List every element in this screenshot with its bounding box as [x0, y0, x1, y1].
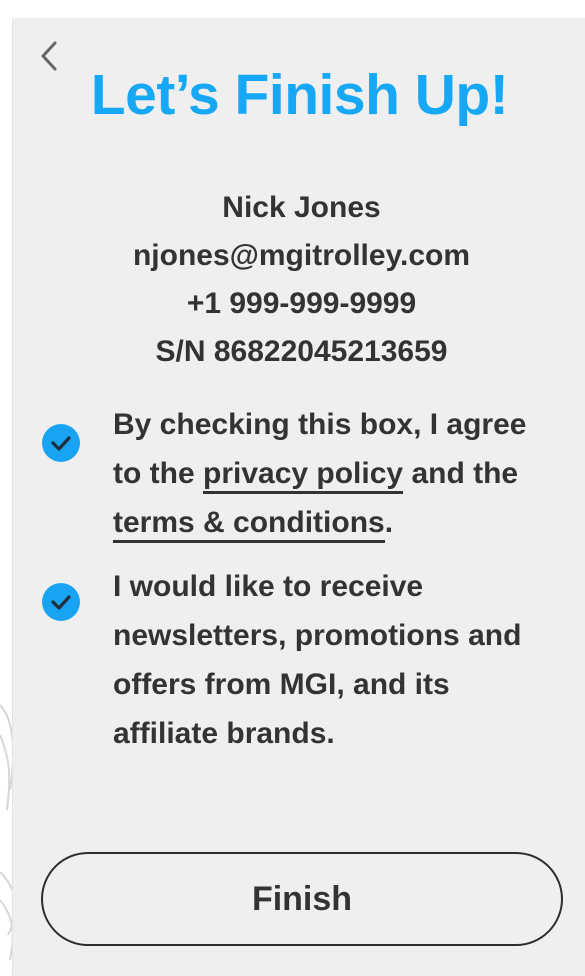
consent-text: to the [113, 457, 203, 490]
privacy-consent-checkbox[interactable] [42, 424, 80, 462]
privacy-policy-link[interactable]: privacy policy [203, 457, 404, 494]
finish-screen: Let’s Finish Up! Nick Jones njones@mgitr… [12, 18, 585, 976]
consent-text: and the [403, 457, 519, 490]
page-title: Let’s Finish Up! [90, 63, 509, 127]
user-summary: Nick Jones njones@mgitrolley.com +1 999-… [13, 184, 585, 376]
consent-line: offers from MGI, and its [113, 668, 450, 701]
consent-line: terms & conditions. [113, 498, 573, 547]
serial-number: S/N 86822045213659 [155, 335, 448, 368]
consent-line: By checking this box, I agree [113, 408, 527, 441]
consent-text: . [384, 506, 394, 539]
newsletter-consent-checkbox[interactable] [42, 583, 80, 621]
consent-line: to the privacy policy and the [113, 449, 573, 498]
checkmark-icon [51, 595, 71, 610]
terms-conditions-link[interactable]: terms & conditions [113, 506, 385, 543]
consent-line: newsletters, promotions and [113, 619, 522, 652]
checkmark-icon [51, 436, 71, 451]
user-phone: +1 999-999-9999 [186, 287, 417, 320]
consent-line: I would like to receive [113, 570, 424, 603]
finish-button[interactable]: Finish [41, 852, 563, 946]
privacy-consent-text: By checking this box, I agree to the pri… [113, 400, 573, 547]
consent-line: affiliate brands. [113, 717, 335, 750]
user-email: njones@mgitrolley.com [132, 239, 471, 272]
user-name: Nick Jones [222, 191, 381, 224]
newsletter-consent-text: I would like to receive newsletters, pro… [113, 562, 573, 758]
